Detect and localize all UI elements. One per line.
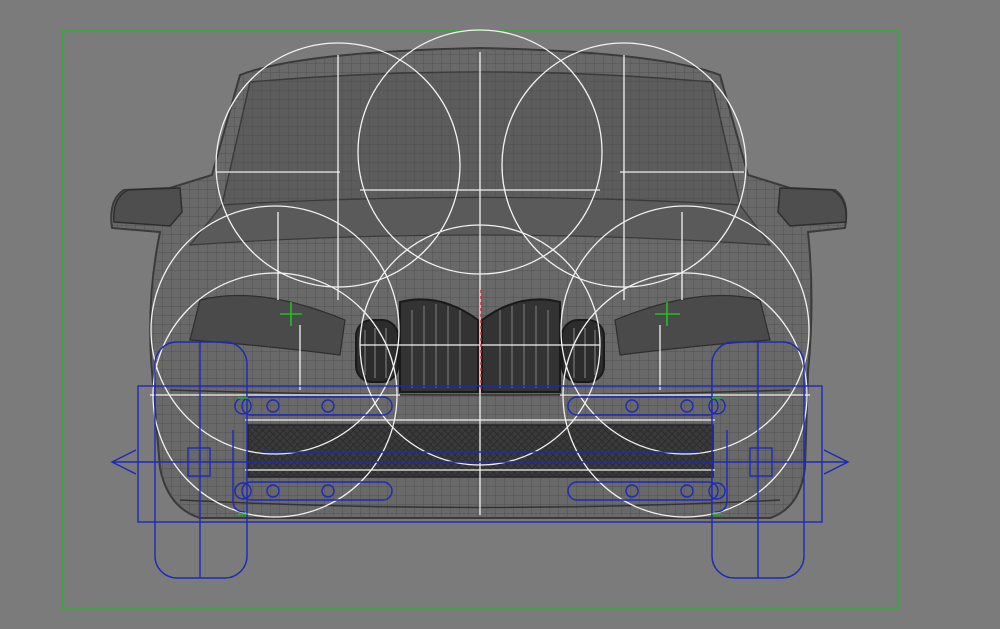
mirror-left (113, 187, 183, 227)
viewport-front[interactable] (0, 0, 1000, 629)
mirror-right (777, 187, 847, 227)
car-mesh[interactable] (110, 46, 848, 519)
